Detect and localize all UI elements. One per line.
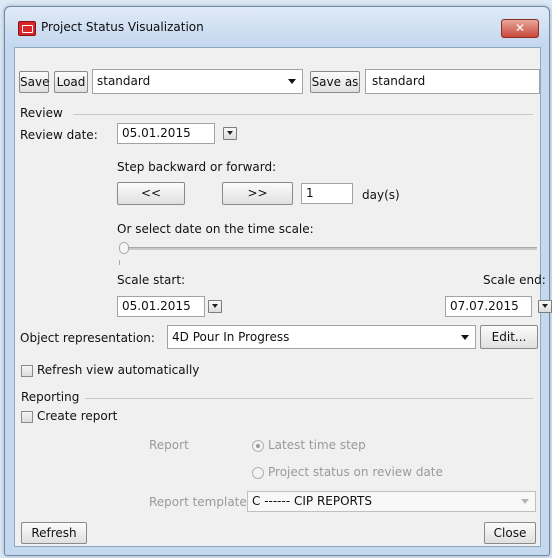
chevron-down-icon — [288, 79, 296, 84]
reporting-group-label: Reporting — [21, 390, 80, 404]
refresh-auto-checkbox[interactable] — [21, 365, 33, 377]
scale-end-calendar-button[interactable] — [538, 300, 552, 313]
chevron-down-icon — [542, 304, 548, 308]
scale-start-calendar-button[interactable] — [208, 300, 222, 313]
review-date-field[interactable]: 05.01.2015 — [117, 123, 215, 144]
report-template-value: C ------ CIP REPORTS — [252, 494, 372, 508]
latest-time-step-radio[interactable] — [252, 440, 264, 452]
project-status-label: Project status on review date — [268, 465, 443, 479]
time-scale-slider-track[interactable] — [119, 247, 537, 250]
save-as-button[interactable]: Save as — [310, 71, 360, 93]
step-amount-input[interactable]: 1 — [301, 183, 353, 204]
latest-time-step-label: Latest time step — [268, 438, 366, 452]
review-group-divider — [73, 114, 533, 115]
scale-start-field[interactable]: 05.01.2015 — [117, 296, 205, 317]
scale-start-label: Scale start: — [117, 273, 186, 287]
report-template-select[interactable]: C ------ CIP REPORTS — [247, 491, 536, 512]
dialog-content: Save Load standard Save as standard Revi… — [14, 47, 552, 547]
step-forward-button[interactable]: >> — [222, 182, 293, 205]
window-title: Project Status Visualization — [41, 20, 204, 34]
time-scale-start-tick — [119, 260, 120, 265]
chevron-down-icon — [212, 304, 218, 308]
object-representation-select[interactable]: 4D Pour In Progress — [167, 325, 476, 349]
refresh-auto-label: Refresh view automatically — [37, 363, 200, 377]
review-date-calendar-button[interactable] — [223, 127, 237, 140]
step-label: Step backward or forward: — [117, 160, 277, 174]
dialog-window: Project Status Visualization ✕ Save Load… — [4, 6, 552, 556]
app-icon — [18, 21, 36, 36]
profile-select[interactable]: standard — [92, 69, 303, 94]
chevron-down-icon — [521, 499, 529, 504]
save-as-name-input[interactable]: standard — [365, 69, 540, 94]
chevron-down-icon — [461, 335, 469, 340]
scale-end-field[interactable]: 07.07.2015 — [445, 296, 532, 317]
step-unit-label: day(s) — [362, 188, 400, 202]
object-representation-value: 4D Pour In Progress — [172, 330, 290, 344]
close-button[interactable]: Close — [484, 522, 536, 544]
step-backward-button[interactable]: << — [117, 182, 185, 205]
title-bar: Project Status Visualization ✕ — [5, 7, 549, 47]
review-date-label: Review date: — [20, 128, 98, 142]
report-label: Report — [149, 438, 189, 452]
profile-select-value: standard — [97, 74, 151, 88]
save-button[interactable]: Save — [19, 71, 49, 93]
review-group-label: Review — [20, 106, 63, 120]
edit-representation-button[interactable]: Edit... — [480, 325, 538, 349]
create-report-label: Create report — [37, 409, 118, 423]
object-representation-label: Object representation: — [20, 331, 155, 345]
refresh-button[interactable]: Refresh — [21, 522, 87, 544]
chevron-down-icon — [227, 131, 233, 135]
project-status-radio[interactable] — [252, 467, 264, 479]
create-report-checkbox[interactable] — [21, 411, 33, 423]
load-button[interactable]: Load — [54, 71, 88, 93]
time-scale-hint: Or select date on the time scale: — [117, 222, 314, 236]
report-template-label: Report template: — [149, 495, 251, 509]
reporting-group-divider — [85, 398, 533, 399]
time-scale-slider-thumb[interactable] — [119, 242, 129, 254]
scale-end-label: Scale end: — [483, 273, 546, 287]
close-window-button[interactable]: ✕ — [501, 19, 539, 38]
